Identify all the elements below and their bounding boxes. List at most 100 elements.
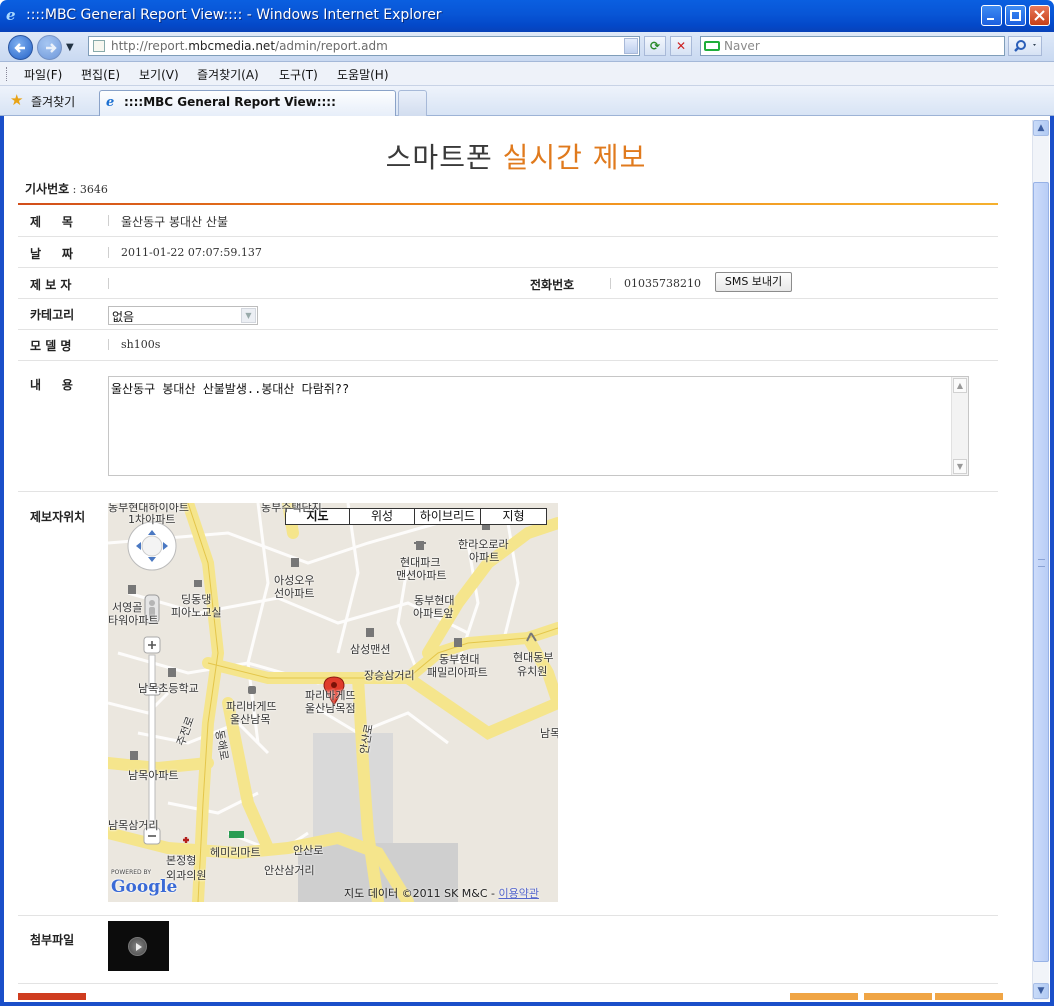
map-label: 남목초등학교: [138, 682, 199, 695]
tab-title: ::::MBC General Report View::::: [124, 95, 336, 109]
page-title: 스마트폰 실시간 제보: [0, 136, 1032, 176]
ie-page-icon: e: [106, 95, 115, 110]
field-separator: [108, 215, 109, 226]
menu-bar: 파일(F) 편집(E) 보기(V) 즐겨찾기(A) 도구(T) 도움말(H): [0, 62, 1054, 86]
send-sms-button[interactable]: SMS 보내기: [715, 272, 792, 292]
map-type-satellite-button[interactable]: 위성: [349, 508, 415, 525]
back-button[interactable]: [8, 35, 33, 60]
close-icon: [1034, 10, 1045, 21]
map-type-terrain-button[interactable]: 지형: [480, 508, 547, 525]
maximize-button[interactable]: [1005, 5, 1026, 26]
menu-tools[interactable]: 도구(T): [279, 66, 318, 83]
minimize-icon: [987, 18, 994, 20]
powered-by-label: POWERED BY: [111, 869, 152, 876]
map-label: 패밀리아파트: [427, 666, 488, 679]
naver-search-provider-icon: [704, 41, 720, 51]
address-url: http://report.mbcmedia.net/admin/report.…: [111, 39, 388, 53]
map-label: 안산삼거리: [264, 864, 315, 877]
map-attribution: 지도 데이터 ©2011 SK M&C - 이용약관: [344, 885, 539, 901]
ie-logo-icon: e: [6, 6, 16, 24]
row-model: 모 델 명 sh100s: [18, 330, 998, 361]
bottom-button-left[interactable]: [18, 993, 86, 1000]
phone-label: 전화번호: [530, 278, 575, 292]
row-date: 날 짜 2011-01-22 07:07:59.137: [18, 237, 998, 268]
menu-edit[interactable]: 편집(E): [81, 66, 120, 83]
map-label: 남목삼거리: [108, 819, 159, 832]
category-label: 카테고리: [30, 308, 75, 322]
page-icon: [93, 40, 105, 52]
scroll-down-arrow-icon[interactable]: ▼: [953, 459, 967, 474]
map-label: 유치원: [517, 665, 548, 678]
menu-view[interactable]: 보기(V): [139, 66, 179, 83]
chevron-down-icon: ▼: [241, 308, 256, 323]
thumb-grip-icon: [1038, 559, 1045, 567]
map-label: 타워아파트: [108, 614, 159, 627]
title-main: 스마트폰: [385, 141, 503, 174]
scroll-up-arrow-icon[interactable]: ▲: [1033, 120, 1049, 136]
map-label: 본정형: [166, 854, 197, 867]
minimize-button[interactable]: [981, 5, 1002, 26]
map-label: 삼성맨션: [350, 643, 391, 656]
field-separator: [108, 247, 109, 258]
map-label: 울산남목: [230, 713, 271, 726]
address-dropdown-button[interactable]: [624, 38, 638, 54]
search-button[interactable]: [1008, 36, 1042, 56]
map-attribution-text: 지도 데이터 ©2011 SK M&C -: [344, 887, 499, 900]
favorites-button[interactable]: 즐겨찾기: [31, 93, 75, 110]
content-textarea[interactable]: 울산동구 봉대산 산불발생..봉대산 다람쥐?? ▲ ▼: [108, 376, 969, 476]
bottom-button[interactable]: [790, 993, 858, 1000]
map-label: 남목: [540, 727, 558, 740]
bottom-button[interactable]: [864, 993, 932, 1000]
phone-value: 01035738210: [624, 277, 701, 290]
bottom-button[interactable]: [935, 993, 1003, 1000]
menu-favorites[interactable]: 즐겨찾기(A): [197, 66, 259, 83]
map-label: 안산로: [293, 844, 324, 857]
tab-report-view[interactable]: e ::::MBC General Report View::::: [99, 90, 396, 116]
magnifier-icon: [1014, 40, 1036, 52]
map-label: 동부주택단지: [261, 503, 322, 514]
category-select[interactable]: 없음 ▼: [108, 306, 258, 325]
map-pan-control[interactable]: [127, 521, 177, 571]
terms-of-use-link[interactable]: 이용약관: [499, 887, 539, 900]
article-number-label: 기사번호: [25, 182, 70, 196]
favorites-star-icon: ★: [10, 91, 24, 109]
map-label: 맨션아파트: [396, 569, 447, 582]
history-dropdown-icon[interactable]: ▼: [66, 42, 74, 53]
close-button[interactable]: [1029, 5, 1050, 26]
map-label: 장승삼거리: [364, 669, 415, 682]
attachment-label: 첨부파일: [30, 933, 75, 947]
location-label: 제보자위치: [30, 510, 86, 524]
search-input[interactable]: Naver: [700, 36, 1005, 56]
vertical-scrollbar[interactable]: ▲ ▼: [1032, 120, 1049, 1000]
field-separator: [108, 339, 109, 350]
play-icon: [128, 937, 147, 956]
stop-button[interactable]: ✕: [670, 36, 692, 56]
refresh-button[interactable]: ⟳: [644, 36, 666, 56]
map-label: 피아노교실: [171, 606, 222, 619]
address-bar[interactable]: http://report.mbcmedia.net/admin/report.…: [88, 36, 640, 56]
scroll-up-arrow-icon[interactable]: ▲: [953, 378, 967, 393]
content-text: 울산동구 봉대산 산불발생..봉대산 다람쥐??: [111, 382, 350, 396]
article-number: 기사번호 : 3646: [25, 180, 108, 197]
window-titlebar: e ::::MBC General Report View:::: - Wind…: [0, 0, 1054, 32]
google-logo: Google: [111, 877, 178, 897]
forward-button[interactable]: [37, 35, 62, 60]
textarea-scrollbar[interactable]: ▲ ▼: [951, 377, 968, 475]
new-tab-button[interactable]: [398, 90, 427, 116]
stop-icon: ✕: [675, 39, 687, 53]
map-label: 헤미리마트: [210, 846, 261, 859]
content-label: 내 용: [30, 378, 73, 392]
menu-file[interactable]: 파일(F): [24, 66, 62, 83]
forward-arrow-icon: [46, 43, 57, 53]
attachment-video-thumbnail[interactable]: [108, 921, 169, 971]
map-type-hybrid-button[interactable]: 하이브리드: [414, 508, 481, 525]
scrollbar-thumb[interactable]: [1033, 182, 1049, 962]
back-arrow-icon: [14, 43, 25, 53]
scroll-down-arrow-icon[interactable]: ▼: [1033, 983, 1049, 999]
reporter-location-map[interactable]: 지도 위성 하이브리드 지형 동부현대하이아트 1차아파트 동부주택단지 한라오…: [108, 503, 558, 902]
menu-help[interactable]: 도움말(H): [337, 66, 389, 83]
date-value: 2011-01-22 07:07:59.137: [121, 246, 262, 259]
date-label: 날 짜: [30, 247, 73, 261]
reporter-label: 제 보 자: [30, 278, 72, 292]
map-label: 아파트앞: [413, 607, 454, 620]
